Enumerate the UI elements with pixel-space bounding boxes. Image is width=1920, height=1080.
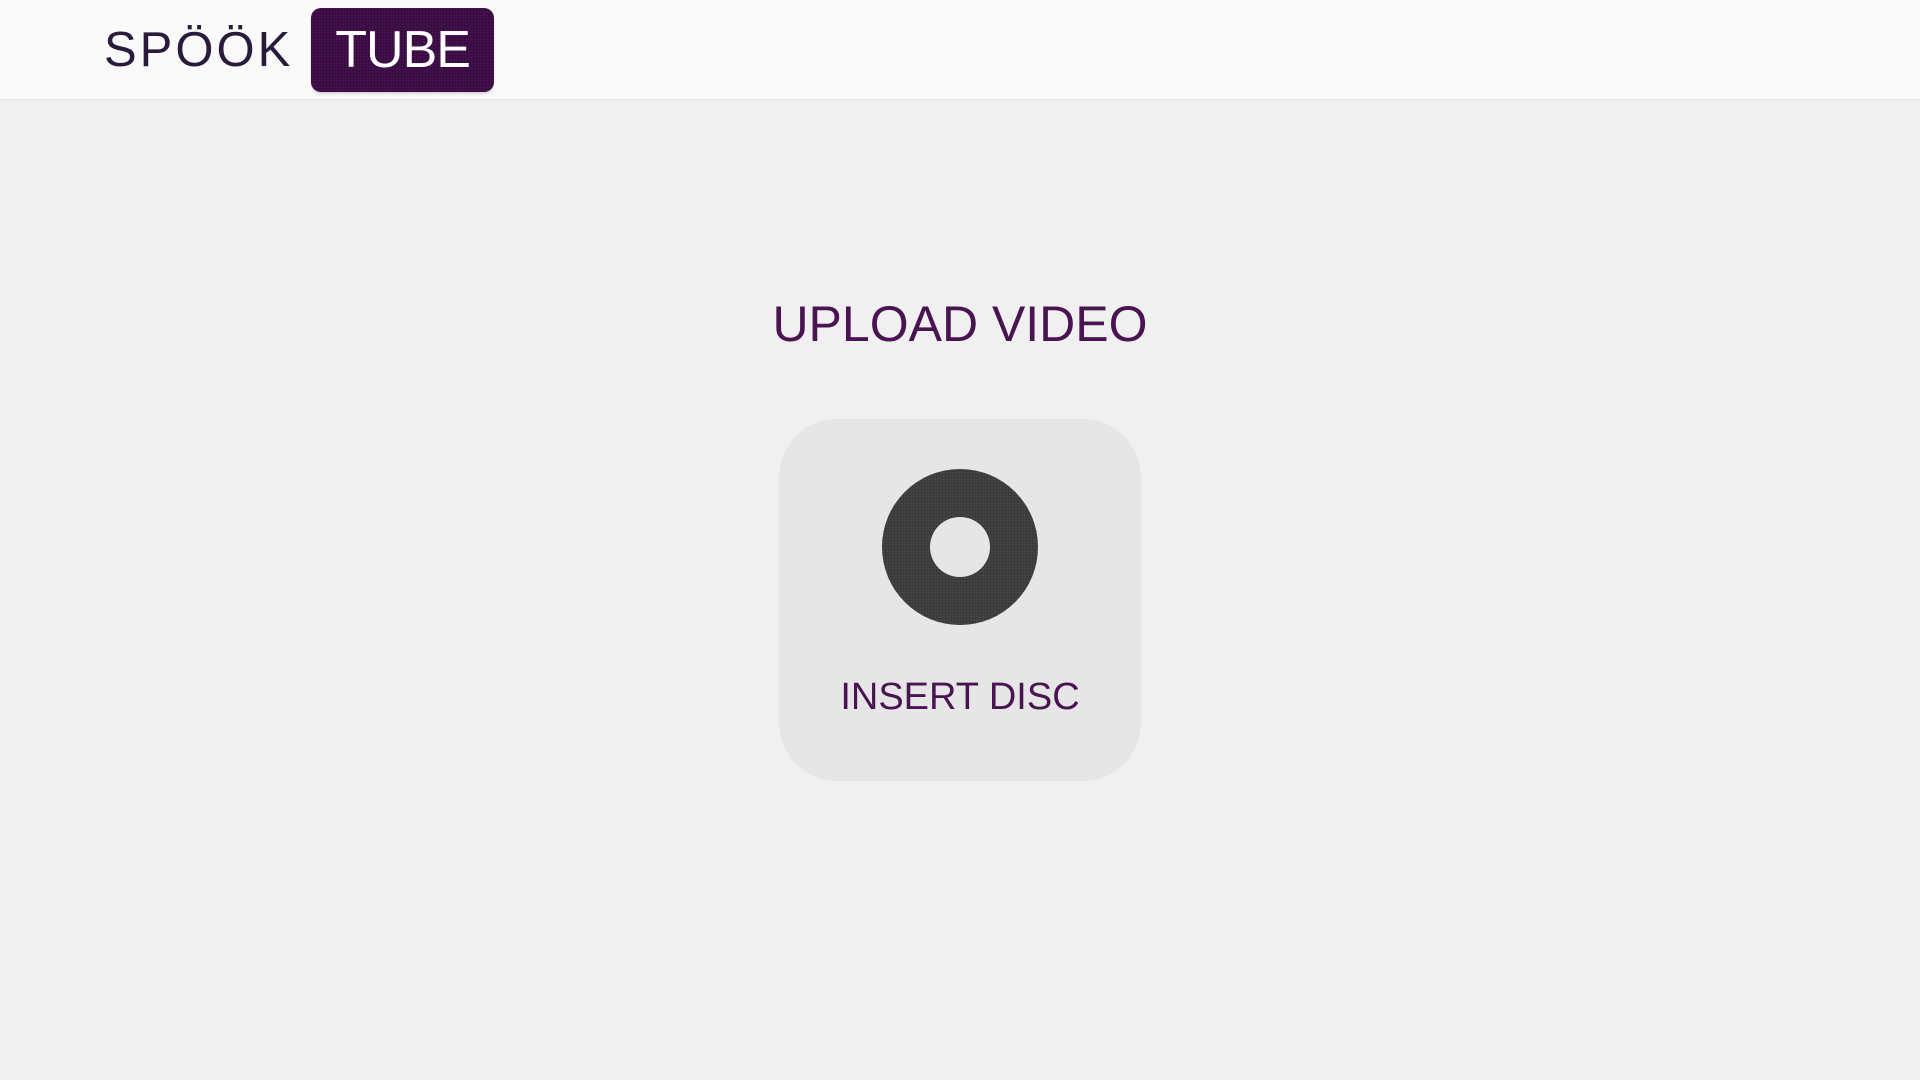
- disc-hole: [930, 517, 990, 577]
- insert-disc-label: INSERT DISC: [840, 676, 1080, 718]
- logo-badge-text: TUBE: [335, 21, 471, 79]
- page-title: UPLOAD VIDEO: [772, 296, 1148, 352]
- insert-disc-button[interactable]: INSERT DISC: [779, 419, 1141, 781]
- logo-link[interactable]: SPÖÖK TUBE: [104, 8, 494, 92]
- logo-wordmark: SPÖÖK: [104, 22, 294, 77]
- logo-badge: TUBE: [311, 8, 494, 92]
- top-bar: SPÖÖK TUBE: [0, 0, 1920, 99]
- disc-icon: [882, 469, 1038, 625]
